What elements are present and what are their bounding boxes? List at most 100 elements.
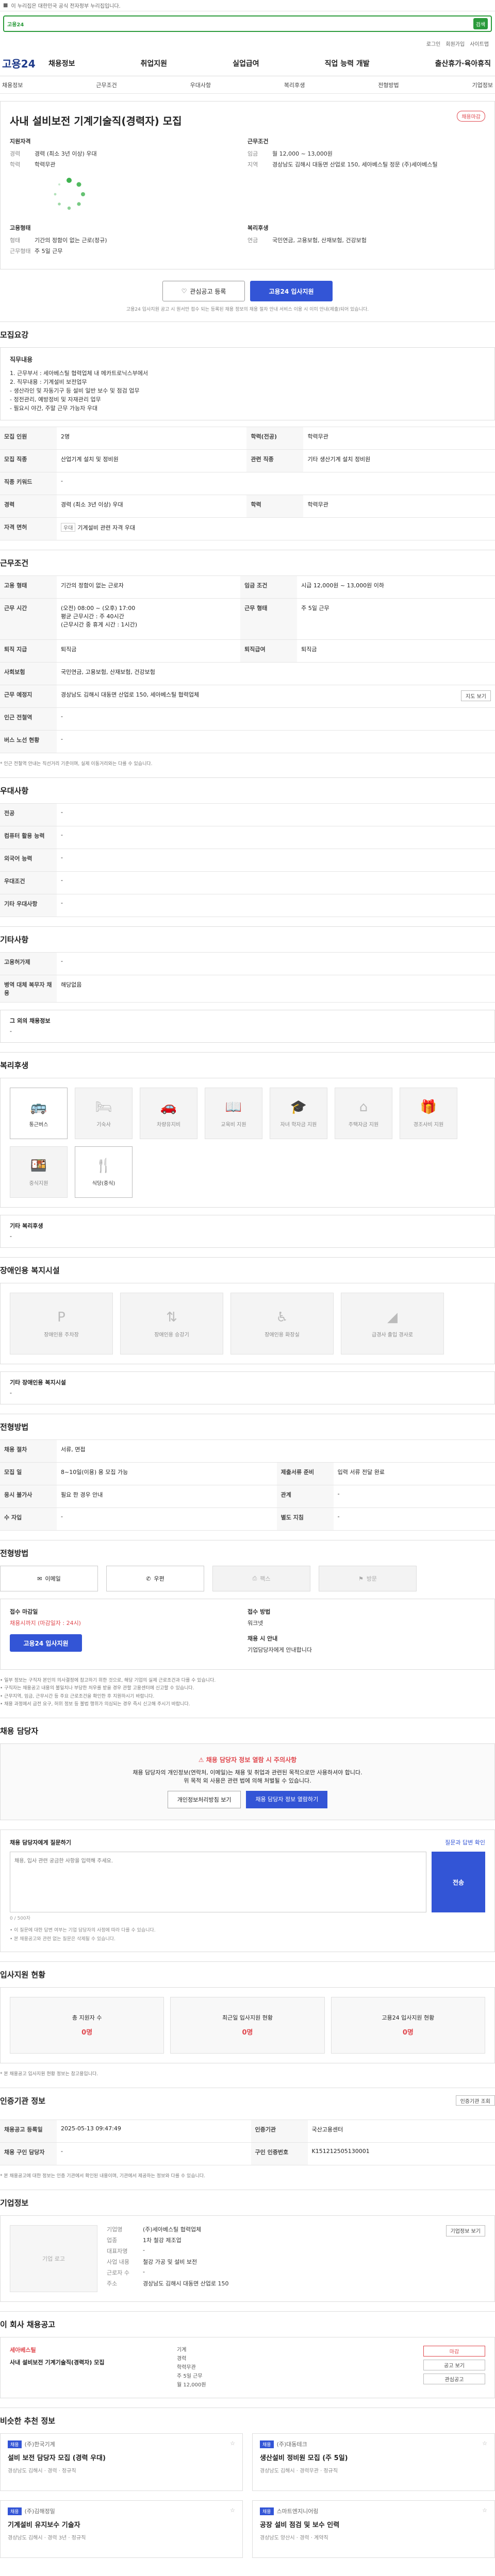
td: 경상남도 김해시 대동면 산업로 150, 세아베스틸 협력업체 지도 보기	[57, 684, 495, 708]
tab-company[interactable]: 기업정보	[472, 81, 492, 89]
tab-recruit[interactable]: 채용정보	[2, 81, 23, 89]
company-info-button[interactable]: 기업정보 보기	[446, 2225, 485, 2237]
note-line: • 근무지역, 임금, 근무시간 등 주요 근로조건을 확인한 후 지원하시기 …	[0, 1693, 155, 1699]
map-button[interactable]: 지도 보기	[461, 690, 491, 701]
other-table: 고용허가제 - 병역 대체 복무자 채용 해당없음	[0, 952, 495, 1003]
gift-icon: 🎁	[420, 1099, 437, 1115]
meta-table: 채용공고 등록일 2025-05-13 09:47:49 인증기관 국산고용센터 채용…	[0, 2119, 495, 2165]
contact-email-button[interactable]: ✉ 이메일	[0, 1566, 98, 1592]
apply-button-2[interactable]: 고용24 입사지원	[10, 1634, 82, 1652]
summary-employ: 고용형태 형태 기간의 정함이 없는 근로(정규) 근무형태 주 5일 근무	[10, 224, 248, 258]
th: 모집 직종	[0, 449, 57, 472]
td-text: 기계설비 관련 자격 우대	[77, 524, 136, 531]
section-work: 근무조건 고용 형태 기간의 정함이 없는 근로자 임금 조건 시급 12,000원 …	[0, 549, 495, 768]
scrap-button[interactable]: ♡ 관심공고 등록	[162, 281, 245, 301]
kv-label: 지역	[248, 161, 258, 168]
search-input[interactable]	[27, 19, 470, 29]
td: 퇴직금	[57, 639, 241, 663]
th: 근무 예정지	[0, 684, 57, 708]
work-footnote: * 인근 전철역 안내는 직선거리 기준이며, 실제 이동거리와는 다를 수 있…	[0, 761, 153, 767]
kv-label: 근로자 수	[107, 2269, 129, 2277]
meta-head: 인증기관 정보 인증기관 조회	[0, 2095, 495, 2113]
star-icon[interactable]: ☆	[230, 2440, 235, 2447]
similar-card[interactable]: 채용 (주)대동테크 ☆ 생산설비 정비원 모집 (주 5일) 경상남도 김해시 …	[252, 2433, 495, 2492]
tab-condition[interactable]: 근무조건	[96, 81, 117, 89]
kv-label: 학력	[10, 161, 21, 168]
company-box: 기업 로고 기업명 (주)세아베스틸 협력업체 업종 1차 철강 제조업 대표자명 -…	[0, 2215, 495, 2302]
related-view-button[interactable]: 공고 보기	[423, 2360, 485, 2371]
stat-recent: 최근일 입사지원 현황 0명	[170, 1996, 325, 2054]
kv-label: 경력	[10, 150, 21, 157]
tab-welfare[interactable]: 복리후생	[284, 81, 305, 89]
parking-icon: P	[57, 1309, 65, 1325]
gnb-item-support[interactable]: 취업지원	[141, 58, 168, 69]
related-title[interactable]: 사내 설비보전 기계기술직(경력자) 모집	[10, 2358, 164, 2366]
th: 고용 형태	[0, 575, 57, 599]
ask-send-button[interactable]: 전송	[432, 1852, 485, 1913]
stat-num: 0명	[81, 2029, 93, 2037]
warning-icon: ⚠	[198, 1756, 206, 1764]
tab-preference[interactable]: 우대사항	[190, 81, 211, 89]
card-meta: 경상남도 김해시 · 경력무관 · 정규직	[260, 2468, 338, 2475]
job-desc-title: 직무내용	[10, 356, 33, 363]
th: 채용공고 등록일	[0, 2119, 57, 2143]
benefit-label: 중식지원	[29, 1180, 48, 1187]
gnb-item-jobs[interactable]: 채용정보	[48, 58, 75, 69]
similar-card[interactable]: 채용 (주)김해정밀 ☆ 기계설비 유지보수 기술자 경상남도 김해시 · 경력 …	[0, 2500, 243, 2558]
stat-site: 고용24 입사지원 현황 0명	[331, 1996, 485, 2054]
stat-label: 고용24 입사지원 현황	[382, 2014, 435, 2022]
meta-note: * 본 채용공고에 대한 정보는 인증 기관에서 확인된 내용이며, 기관에서 …	[0, 2173, 206, 2179]
ask-hint-link[interactable]: 질문과 답변 확인	[445, 1838, 485, 1846]
tab-process[interactable]: 전형방법	[378, 81, 399, 89]
kv-value: 1차 철강 제조업	[143, 2237, 182, 2244]
td: 2명	[57, 426, 247, 450]
section-title: 기업정보	[0, 2198, 29, 2208]
meta-lookup-button[interactable]: 인증기관 조회	[455, 2095, 495, 2106]
contact-label: 팩스	[260, 1575, 271, 1583]
apply-button[interactable]: 고용24 입사지원	[250, 281, 333, 301]
gnb-item-benefit[interactable]: 실업급여	[233, 58, 259, 69]
section-title: 우대사항	[0, 786, 29, 796]
similar-card[interactable]: 채용 스마트엔지니어링 ☆ 공장 설비 점검 및 보수 인력 경상남도 양산시 ·…	[252, 2500, 495, 2558]
flag-icon: ■	[3, 3, 8, 8]
privacy-policy-button[interactable]: 개인정보처리방침 보기	[167, 1791, 241, 1809]
related-meta-item: 주 5일 근무	[177, 2374, 203, 2380]
action-row: ♡ 관심공고 등록 고용24 입사지원	[0, 281, 495, 301]
star-icon[interactable]: ☆	[482, 2507, 487, 2514]
job-desc-line: - 정전관리, 예방정비 및 자재관리 업무	[10, 396, 101, 403]
star-icon[interactable]: ☆	[482, 2440, 487, 2447]
stat-num: 0명	[242, 2029, 253, 2037]
apply-label: 접수 방법	[248, 1608, 271, 1616]
td: 산업기계 설치 및 정비원	[57, 449, 247, 472]
kv-value: -	[143, 2247, 145, 2254]
td: 우대 기계설비 관련 자격 우대	[57, 517, 495, 540]
view-manager-button[interactable]: 채용 담당자 정보 열람하기	[246, 1791, 328, 1809]
util-signup[interactable]: 회원가입	[446, 40, 465, 47]
th: 우대조건	[0, 871, 57, 895]
th: 학력	[246, 494, 304, 518]
card-meta: 경상남도 김해시 · 경력 3년 · 정규직	[8, 2535, 86, 2541]
table-row: 컴퓨터 활용 능력 -	[0, 826, 495, 850]
td: -	[57, 894, 495, 918]
th: 제출서류 준비	[276, 1462, 334, 1486]
related-scrap-button[interactable]: 관심공고	[423, 2374, 485, 2385]
similar-card[interactable]: 채용 (주)한국기계 ☆ 설비 보전 담당자 모집 (경력 우대) 경상남도 김해…	[0, 2433, 243, 2492]
ask-textarea[interactable]	[10, 1852, 426, 1913]
table-row: 모집 일 8~10일(이용) 용 모집 가능 제출서류 준비 입력 서류 전달 완료	[0, 1462, 495, 1486]
star-icon[interactable]: ☆	[230, 2507, 235, 2514]
site-logo[interactable]: 고용24	[2, 56, 48, 71]
util-login[interactable]: 로그인	[426, 40, 441, 47]
th: 직종 키워드	[0, 471, 57, 495]
util-sitemap[interactable]: 사이트맵	[470, 40, 489, 47]
other-etc-box: 그 외의 채용정보 -	[0, 1010, 495, 1043]
td: 2025-05-13 09:47:49	[57, 2119, 251, 2143]
gnb-item-leave[interactable]: 출산휴가·육아휴직	[435, 58, 491, 69]
search-button[interactable]: 검색	[473, 18, 488, 29]
card-company: (주)한국기계	[24, 2441, 55, 2448]
contact-post-button[interactable]: ✆ 우편	[106, 1566, 204, 1592]
status-badge: 채용마감	[457, 111, 485, 122]
ramp-icon: ◢	[387, 1309, 398, 1325]
kv-label: 임금	[248, 150, 258, 157]
gnb-item-training[interactable]: 직업 능력 개발	[325, 58, 370, 69]
search-box: 고용24 검색	[3, 15, 492, 32]
